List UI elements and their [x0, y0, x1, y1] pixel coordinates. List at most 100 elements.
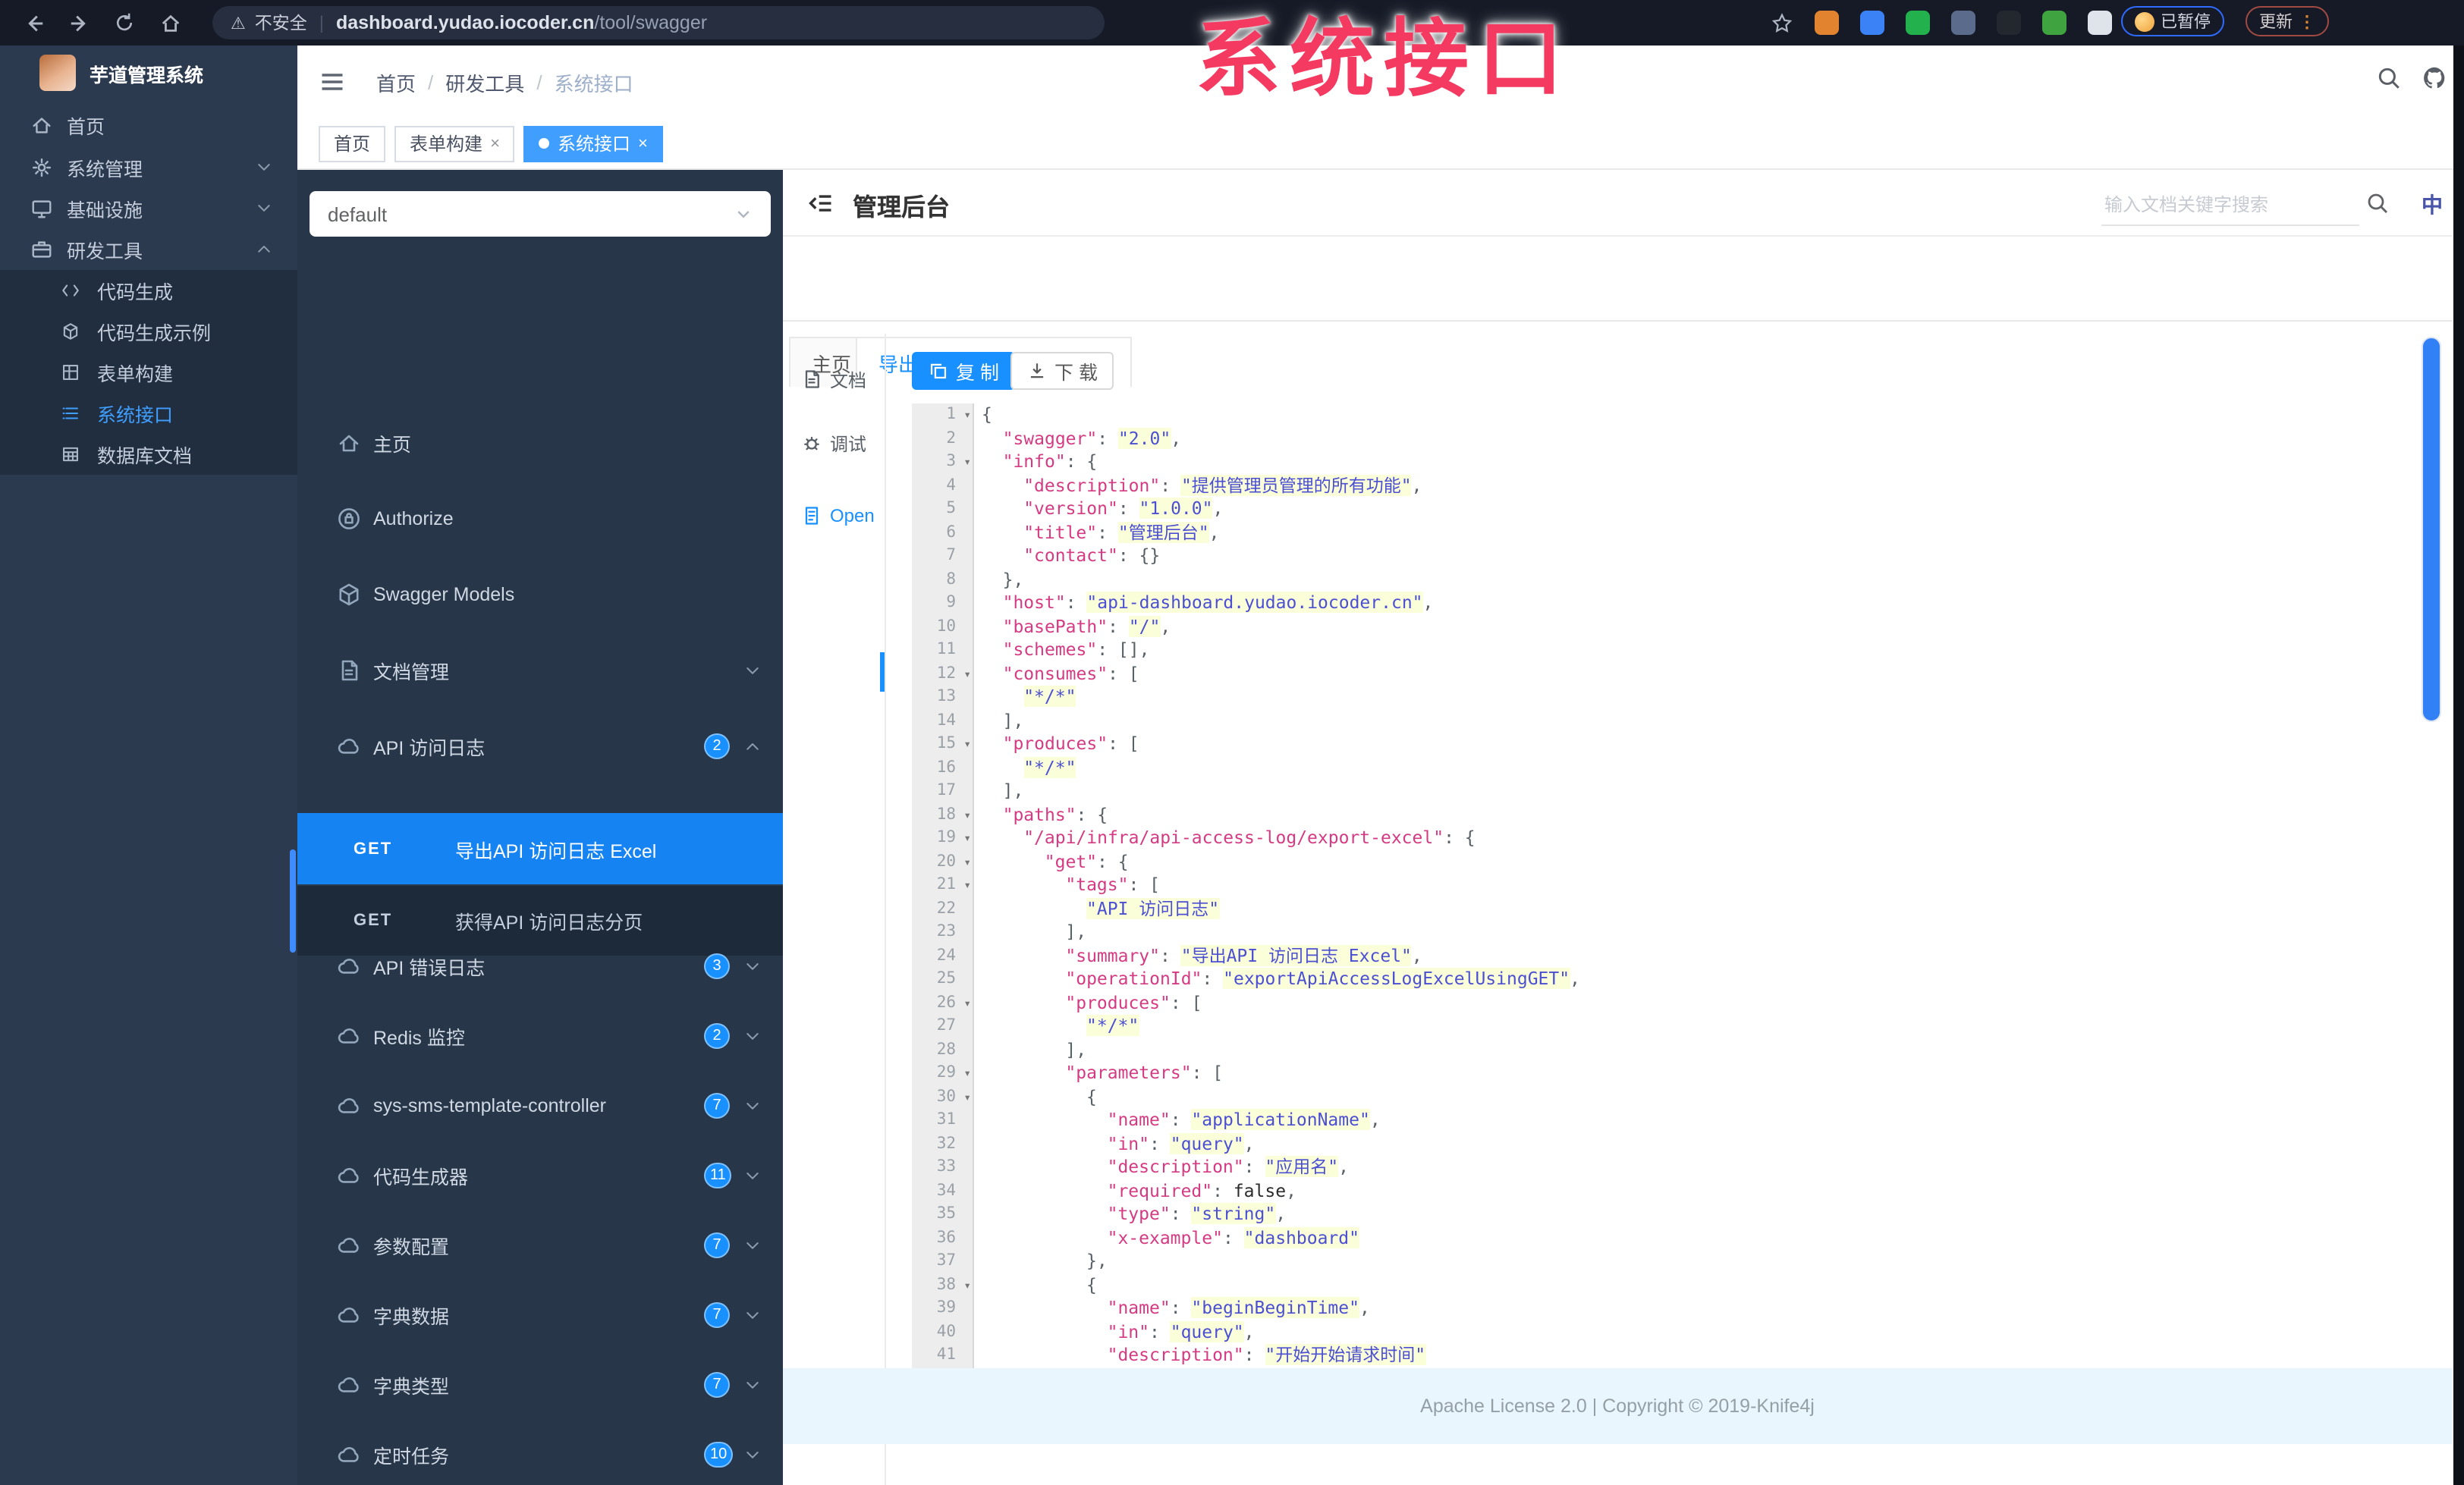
github-icon[interactable]: [2422, 65, 2449, 93]
tag-表单构建[interactable]: 表单构建 ×: [394, 125, 515, 162]
fold-caret-icon[interactable]: ▾: [963, 803, 971, 827]
swagger-item-12[interactable]: 字典数据 7: [297, 1285, 783, 1345]
group-select[interactable]: default: [310, 191, 771, 237]
ext-green-alien[interactable]: [2042, 11, 2066, 35]
sidebar-subitem-label: 数据库文档: [97, 446, 193, 467]
sidebar-subitem-2[interactable]: 表单构建: [0, 352, 297, 393]
http-method: GET: [354, 840, 393, 859]
download-icon: [1027, 361, 1047, 381]
swagger-item-11[interactable]: 参数配置 7: [297, 1215, 783, 1276]
sidebar-item-1[interactable]: 系统管理: [0, 146, 297, 187]
token-p: :: [1149, 1320, 1171, 1342]
hamburger-icon[interactable]: [319, 68, 346, 96]
token-s: "1.0.0": [1139, 498, 1213, 519]
ext-dark-gh[interactable]: [1997, 11, 2021, 35]
token-p: :: [1202, 968, 1224, 989]
swagger-item-3[interactable]: 文档管理: [297, 640, 783, 701]
token-p: :: [1212, 1179, 1234, 1201]
ext-slate-puzzle[interactable]: [1951, 11, 1975, 35]
doc-nav-文档[interactable]: 文档: [783, 361, 883, 397]
swagger-item-0[interactable]: 主页: [297, 413, 783, 473]
token-p: ],: [1002, 709, 1024, 730]
briefcase-icon: [30, 237, 53, 260]
paused-extension-button[interactable]: 已暂停: [2121, 6, 2224, 36]
doc-search-input[interactable]: [2101, 185, 2359, 226]
chevron-down-icon: [734, 205, 753, 223]
fold-caret-icon[interactable]: ▾: [963, 1273, 971, 1297]
api-endpoint-5[interactable]: GET 导出API 访问日志 Excel: [297, 813, 783, 884]
fold-caret-icon[interactable]: ▾: [963, 662, 971, 686]
fold-caret-icon[interactable]: ▾: [963, 451, 971, 474]
sidebar-subitem-4[interactable]: 数据库文档: [0, 434, 297, 475]
token-s: "导出API 访问日志 Excel": [1180, 944, 1412, 965]
breadcrumb-item[interactable]: 首页: [376, 68, 416, 96]
swagger-item-13[interactable]: 字典类型 7: [297, 1355, 783, 1415]
swagger-item-9[interactable]: sys-sms-template-controller 7: [297, 1075, 783, 1136]
fold-caret-icon[interactable]: ▾: [963, 827, 971, 850]
page-scrollbar[interactable]: [2422, 337, 2441, 722]
search-icon[interactable]: [2376, 65, 2403, 93]
close-icon[interactable]: ×: [490, 134, 500, 152]
swagger-item-10[interactable]: 代码生成器 11: [297, 1145, 783, 1206]
code-line: "contact": {}: [982, 545, 2438, 568]
token-p: : {: [1065, 451, 1098, 472]
ext-orange[interactable]: [1815, 11, 1839, 35]
code-line: "produces": [: [982, 991, 2438, 1015]
app-logo[interactable]: 芋道管理系统: [0, 46, 297, 100]
list-icon: [61, 403, 82, 424]
ext-light-star[interactable]: [2088, 11, 2112, 35]
breadcrumb-item[interactable]: 研发工具: [445, 68, 524, 96]
sidebar-subitem-1[interactable]: 代码生成示例: [0, 311, 297, 352]
ext-blue-drop[interactable]: [1860, 11, 1884, 35]
forward-icon[interactable]: [64, 8, 94, 38]
tag-首页[interactable]: 首页: [319, 125, 386, 162]
line-number: 22: [936, 899, 956, 917]
doc-search-icon[interactable]: [2365, 191, 2390, 215]
swagger-item-14[interactable]: 定时任务 10: [297, 1424, 783, 1485]
sidebar-item-2[interactable]: 基础设施: [0, 187, 297, 228]
copy-label: 复 制: [956, 363, 999, 384]
ext-green-circle[interactable]: [1906, 11, 1930, 35]
fold-caret-icon[interactable]: ▾: [963, 850, 971, 874]
sidebar-subitem-label: 代码生成: [97, 282, 174, 303]
swagger-item-1[interactable]: Authorize: [297, 488, 783, 549]
swagger-item-7[interactable]: API 错误日志 3: [297, 936, 783, 997]
editor-gutter: 1 ▾ 2 3 ▾ 4 5 6 7 8 9 10 11 12 ▾ 13 14 15 ▾ 16 17 18 ▾ 19 ▾ 20 ▾ 21…: [912, 403, 974, 1368]
count-badge: 11: [704, 1163, 732, 1188]
warning-icon: ⚠: [231, 14, 246, 33]
language-toggle-icon[interactable]: 中: [2422, 190, 2443, 220]
bookmark-star-icon[interactable]: [1766, 8, 1796, 38]
back-icon[interactable]: [18, 8, 49, 38]
collapse-menu-icon[interactable]: [807, 190, 834, 217]
doc-nav-调试[interactable]: 调试: [783, 425, 883, 461]
tag-系统接口[interactable]: 系统接口 ×: [523, 125, 663, 162]
swagger-item-8[interactable]: Redis 监控 2: [297, 1006, 783, 1066]
close-icon[interactable]: ×: [638, 134, 648, 152]
fold-caret-icon[interactable]: ▾: [963, 1062, 971, 1085]
sidebar-scrollbar[interactable]: [290, 849, 296, 953]
swagger-item-2[interactable]: Swagger Models: [297, 564, 783, 625]
download-button[interactable]: 下 载: [1010, 352, 1114, 390]
swagger-item-4[interactable]: API 访问日志 2: [297, 716, 783, 777]
sidebar-item-3[interactable]: 研发工具: [0, 228, 297, 269]
sidebar-subitem-3[interactable]: 系统接口: [0, 393, 297, 434]
token-p: ,: [1275, 1203, 1287, 1224]
json-editor[interactable]: 1 ▾ 2 3 ▾ 4 5 6 7 8 9 10 11 12 ▾ 13 14 15 ▾ 16 17 18 ▾ 19 ▾ 20 ▾ 21…: [912, 403, 2452, 1368]
swagger-item-label: Authorize: [373, 508, 454, 529]
token-s: "applicationName": [1191, 1109, 1370, 1130]
token-k: "title": [1023, 521, 1098, 542]
address-bar[interactable]: ⚠ 不安全 | dashboard.yudao.iocoder.cn/tool/…: [212, 6, 1105, 39]
fold-caret-icon[interactable]: ▾: [963, 991, 971, 1015]
reload-icon[interactable]: [109, 8, 140, 38]
fold-caret-icon[interactable]: ▾: [963, 733, 971, 756]
fold-caret-icon[interactable]: ▾: [963, 1085, 971, 1109]
update-browser-button[interactable]: 更新 ⋮: [2246, 6, 2329, 36]
home-icon[interactable]: [155, 8, 185, 38]
sidebar-item-home[interactable]: 首页: [0, 105, 297, 146]
fold-caret-icon[interactable]: ▾: [963, 874, 971, 897]
copy-button[interactable]: 复 制: [912, 352, 1016, 390]
fold-caret-icon[interactable]: ▾: [963, 403, 971, 427]
doc-nav-Open[interactable]: Open: [783, 498, 883, 534]
sidebar-subitem-0[interactable]: 代码生成: [0, 270, 297, 311]
token-b: false: [1233, 1179, 1287, 1201]
